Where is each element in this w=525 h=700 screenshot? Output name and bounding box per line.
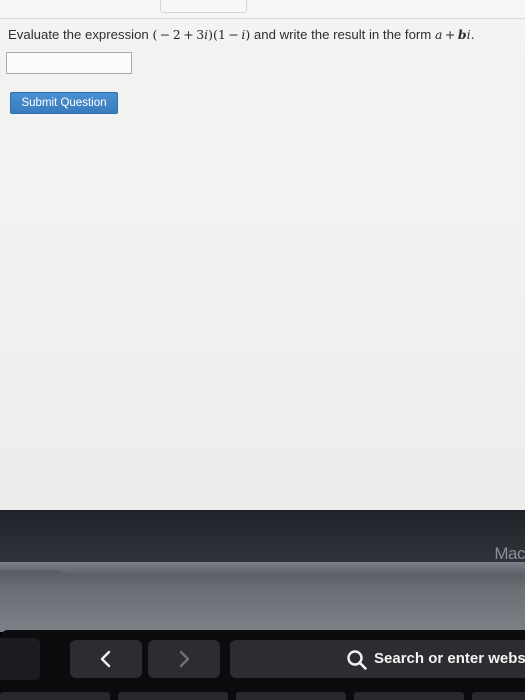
laptop-bezel: Mac bbox=[0, 510, 525, 570]
keyboard-key bbox=[236, 692, 346, 700]
keyboard-key bbox=[354, 692, 464, 700]
submit-question-button[interactable]: Submit Question bbox=[10, 92, 118, 114]
touch-bar: Search or enter webs bbox=[0, 630, 525, 688]
chevron-left-icon bbox=[70, 640, 142, 678]
esc-key[interactable] bbox=[0, 638, 40, 680]
top-tab bbox=[160, 0, 247, 13]
math-expression: ( − 2 + 3i)(1 − i) bbox=[152, 27, 251, 42]
search-icon bbox=[347, 650, 367, 670]
question-prefix: Evaluate the expression bbox=[8, 27, 149, 42]
back-button[interactable] bbox=[70, 640, 142, 678]
keyboard-key bbox=[0, 692, 110, 700]
touch-bar-search-field[interactable]: Search or enter webs bbox=[230, 640, 525, 678]
search-label: Search or enter webs bbox=[374, 650, 525, 667]
math-form: a + bi. bbox=[434, 27, 475, 42]
keyboard-top-row bbox=[0, 688, 525, 700]
answer-input[interactable] bbox=[6, 52, 132, 74]
question-text: Evaluate the expression ( − 2 + 3i)(1 − … bbox=[8, 27, 475, 42]
browser-page: Evaluate the expression ( − 2 + 3i)(1 − … bbox=[0, 0, 525, 510]
top-strip bbox=[0, 0, 525, 19]
question-suffix: and write the result in the form bbox=[253, 27, 432, 42]
chevron-right-icon bbox=[148, 640, 220, 678]
bezel-label: Mac bbox=[494, 544, 525, 563]
keyboard-key bbox=[118, 692, 228, 700]
photo-stage: Evaluate the expression ( − 2 + 3i)(1 − … bbox=[0, 0, 525, 700]
forward-button[interactable] bbox=[148, 640, 220, 678]
laptop-edge bbox=[0, 562, 525, 574]
keyboard-key bbox=[472, 692, 525, 700]
